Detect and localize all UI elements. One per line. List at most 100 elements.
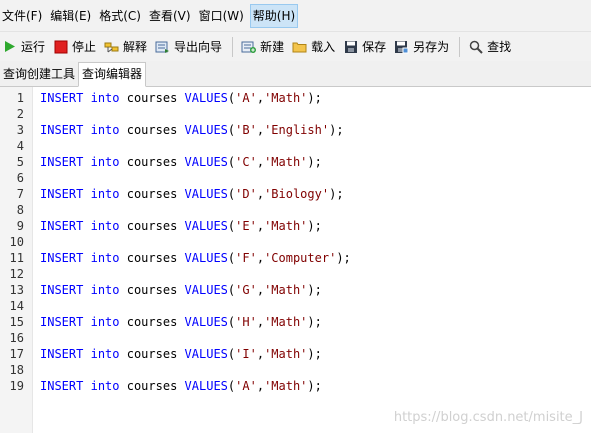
string-value: 'D' <box>235 187 257 201</box>
code-line: 3 INSERT into courses VALUES('B','English… <box>0 122 591 138</box>
code-line: 12 <box>0 266 591 282</box>
explain-label: 解释 <box>123 40 148 54</box>
export-wizard-button[interactable]: 导出向导 <box>155 36 222 58</box>
comma: , <box>256 187 265 201</box>
line-number: 1 <box>16 91 24 105</box>
watermark: https://blog.csdn.net/misite_J <box>393 410 583 425</box>
keyword-values: VALUES <box>184 219 228 233</box>
explain-button[interactable]: 解释 <box>104 36 147 58</box>
close-paren: ); <box>307 347 322 361</box>
toolbar-separator <box>232 36 234 57</box>
line-number: 3 <box>16 123 24 137</box>
string-value: 'F' <box>235 251 257 265</box>
code-line: 6 <box>0 170 591 186</box>
keyword-into: into <box>90 379 120 393</box>
keyword-values: VALUES <box>184 315 228 329</box>
menu-bar: 文件(F) 编辑(E) 格式(C) 查看(V) 窗口(W) 帮助(H) <box>0 0 591 31</box>
string-value: 'Math' <box>264 315 308 329</box>
new-button[interactable]: 新建 <box>241 36 284 58</box>
code-line: 5 INSERT into courses VALUES('C','Math'); <box>0 154 591 170</box>
code-line: 11 INSERT into courses VALUES('F','Comput… <box>0 250 591 266</box>
load-button[interactable]: 载入 <box>292 36 335 58</box>
code-line: 4 <box>0 138 591 154</box>
string-value: 'I' <box>235 347 257 361</box>
string-value: 'A' <box>235 91 257 105</box>
save-button[interactable]: 保存 <box>343 36 386 58</box>
menu-window[interactable]: 窗口(W) <box>197 4 246 28</box>
sql-statement: INSERT into courses VALUES('F','Computer… <box>40 250 351 266</box>
string-value: 'C' <box>235 155 257 169</box>
keyword-into: into <box>90 251 120 265</box>
run-button[interactable]: 运行 <box>2 36 45 58</box>
string-value: 'Biology' <box>264 187 330 201</box>
sql-statement: INSERT into courses VALUES('B','English'… <box>40 122 344 138</box>
find-label: 查找 <box>487 40 512 54</box>
code-line: 2 <box>0 106 591 122</box>
line-number: 5 <box>16 155 24 169</box>
string-value: 'Math' <box>264 347 308 361</box>
code-line: 1 INSERT into courses VALUES('A','Math'); <box>0 90 591 106</box>
string-value: 'Math' <box>264 379 308 393</box>
line-number: 10 <box>9 235 24 249</box>
close-paren: ); <box>307 155 322 169</box>
code-line: 9 INSERT into courses VALUES('E','Math'); <box>0 218 591 234</box>
code-line: 18 <box>0 362 591 378</box>
close-paren: ); <box>329 187 344 201</box>
keyword-insert: INSERT <box>40 91 84 105</box>
comma: , <box>256 123 265 137</box>
menu-view[interactable]: 查看(V) <box>147 4 193 28</box>
keyword-insert: INSERT <box>40 123 84 137</box>
keyword-into: into <box>90 315 120 329</box>
sql-statement: INSERT into courses VALUES('A','Math'); <box>40 378 322 394</box>
line-number: 7 <box>16 187 24 201</box>
comma: , <box>256 379 265 393</box>
line-number: 18 <box>9 363 24 377</box>
save-label: 保存 <box>362 40 387 54</box>
sql-statement: INSERT into courses VALUES('E','Math'); <box>40 218 322 234</box>
export-icon <box>155 39 170 54</box>
keyword-insert: INSERT <box>40 251 84 265</box>
line-number: 11 <box>9 251 24 265</box>
keyword-values: VALUES <box>184 187 228 201</box>
tab-query-editor[interactable]: 查询编辑器 <box>78 62 147 87</box>
keyword-into: into <box>90 187 120 201</box>
keyword-insert: INSERT <box>40 347 84 361</box>
table-name: courses <box>126 315 178 329</box>
tab-query-builder[interactable]: 查询创建工具 <box>0 63 78 86</box>
export-wizard-label: 导出向导 <box>174 40 223 54</box>
menu-file[interactable]: 文件(F) <box>0 4 44 28</box>
line-number: 14 <box>9 299 24 313</box>
menu-help[interactable]: 帮助(H) <box>249 3 299 28</box>
string-value: 'G' <box>235 283 257 297</box>
save-as-button[interactable]: 另存为 <box>394 36 449 58</box>
sql-statement: INSERT into courses VALUES('G','Math'); <box>40 282 322 298</box>
table-name: courses <box>126 123 178 137</box>
keyword-into: into <box>90 155 120 169</box>
run-label: 运行 <box>21 40 46 54</box>
string-value: 'English' <box>264 123 330 137</box>
stop-button[interactable]: 停止 <box>53 36 96 58</box>
keyword-into: into <box>90 283 120 297</box>
close-paren: ); <box>307 315 322 329</box>
line-number: 2 <box>16 107 24 121</box>
menu-edit[interactable]: 编辑(E) <box>48 4 93 28</box>
sql-statement: INSERT into courses VALUES('H','Math'); <box>40 314 322 330</box>
new-label: 新建 <box>260 40 285 54</box>
code-line: 16 <box>0 330 591 346</box>
sql-editor[interactable]: 1 INSERT into courses VALUES('A','Math');… <box>0 87 591 433</box>
search-icon <box>468 39 483 54</box>
save-icon <box>343 39 358 54</box>
save-as-label: 另存为 <box>413 40 450 54</box>
code-line: 14 <box>0 298 591 314</box>
line-number: 13 <box>9 283 24 297</box>
string-value: 'B' <box>235 123 257 137</box>
toolbar-separator <box>459 36 461 57</box>
code-line: 8 <box>0 202 591 218</box>
find-button[interactable]: 查找 <box>468 36 511 58</box>
string-value: 'H' <box>235 315 257 329</box>
table-name: courses <box>126 251 178 265</box>
menu-format[interactable]: 格式(C) <box>97 4 143 28</box>
line-number: 9 <box>16 219 24 233</box>
close-paren: ); <box>307 219 322 233</box>
close-paren: ); <box>336 251 351 265</box>
